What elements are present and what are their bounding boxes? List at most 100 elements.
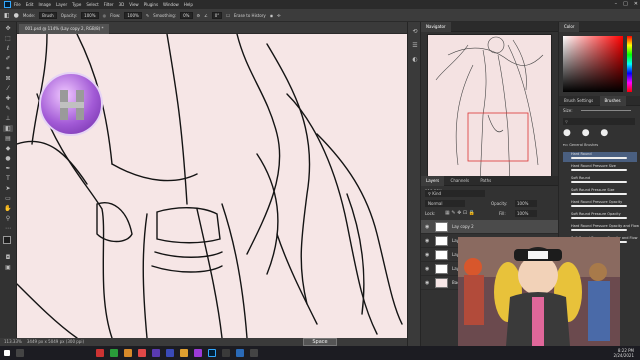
path-select-icon[interactable]: ➤ — [3, 185, 13, 192]
app-icon[interactable] — [180, 349, 188, 357]
eyedropper-icon[interactable]: ⁄ — [3, 85, 13, 92]
smoothing-settings-icon[interactable]: ⚙ — [197, 13, 201, 18]
menu-filter[interactable]: Filter — [104, 2, 114, 7]
quick-select-icon[interactable]: ✐ — [3, 55, 13, 62]
symmetry-icon[interactable]: ✣ — [277, 13, 280, 18]
hue-slider[interactable] — [627, 36, 632, 92]
screen-mode-icon[interactable]: ▣ — [3, 264, 13, 271]
navigator-thumbnail[interactable] — [427, 34, 552, 186]
fill-field[interactable]: 100% — [515, 210, 537, 217]
erase-history-checkbox[interactable]: ☐ — [226, 13, 230, 18]
brush-group-label[interactable]: ▾▭ General Brushes — [563, 143, 598, 147]
pressure-size-icon[interactable]: ◉ — [270, 13, 274, 18]
brush-preset-icon[interactable]: ● — [14, 12, 19, 19]
mode-select[interactable]: Brush — [39, 11, 57, 19]
menu-3d[interactable]: 3D — [119, 2, 125, 7]
tab-layers[interactable]: Layers — [421, 176, 445, 186]
menu-select[interactable]: Select — [86, 2, 98, 7]
brush-preset[interactable]: Soft Round — [563, 176, 637, 186]
lasso-icon[interactable]: ℓ — [3, 45, 13, 52]
tab-channels[interactable]: Channels — [446, 176, 475, 186]
airbrush-icon[interactable]: ✎ — [146, 13, 149, 18]
foreground-color-swatch[interactable] — [3, 236, 11, 244]
healing-icon[interactable]: ✚ — [3, 95, 13, 102]
close-icon[interactable]: ✕ — [634, 1, 638, 7]
app-icon[interactable] — [222, 349, 230, 357]
history-panel-icon[interactable]: ⟲ — [410, 28, 420, 35]
menu-help[interactable]: Help — [184, 2, 193, 7]
visibility-eye-icon[interactable]: ◉ — [425, 252, 431, 258]
properties-panel-icon[interactable]: ☰ — [410, 42, 420, 49]
brush-search-input[interactable]: ⚲ — [563, 118, 635, 125]
dodge-icon[interactable]: ● — [3, 155, 13, 162]
brush-preset[interactable]: Soft Round Pressure Opacity — [563, 212, 637, 222]
angle-field[interactable]: 0° — [211, 11, 223, 19]
crop-icon[interactable]: ⌗ — [3, 65, 13, 72]
shape-icon[interactable]: ▭ — [3, 195, 13, 202]
lock-icons[interactable]: ▦ ✎ ✥ ⊡ 🔒 — [445, 210, 475, 217]
app-icon[interactable] — [110, 349, 118, 357]
folder-icon[interactable] — [124, 349, 132, 357]
eraser-icon[interactable]: ◧ — [3, 125, 13, 132]
tab-navigator[interactable]: Navigator — [421, 22, 451, 32]
eraser-tool-preset-icon[interactable]: ◧ — [4, 12, 10, 19]
minimize-icon[interactable]: – — [615, 1, 618, 7]
menu-file[interactable]: File — [14, 2, 21, 7]
start-icon[interactable] — [4, 350, 10, 356]
pen-icon[interactable]: ✒ — [3, 165, 13, 172]
hand-icon[interactable]: ✋ — [3, 205, 13, 212]
app-icon[interactable] — [152, 349, 160, 357]
app-icon[interactable] — [236, 349, 244, 357]
menu-window[interactable]: Window — [163, 2, 179, 7]
blur-icon[interactable]: ◆ — [3, 145, 13, 152]
color-field[interactable] — [563, 36, 623, 92]
type-icon[interactable]: T — [3, 175, 13, 182]
app-icon[interactable] — [194, 349, 202, 357]
gradient-icon[interactable]: ▤ — [3, 135, 13, 142]
menu-edit[interactable]: Edit — [26, 2, 34, 7]
pressure-opacity-icon[interactable]: ◎ — [103, 13, 107, 18]
menu-plugins[interactable]: Plugins — [144, 2, 158, 7]
app-icon[interactable] — [138, 349, 146, 357]
maximize-icon[interactable]: □ — [623, 1, 628, 7]
document-tab[interactable]: 001.psd @ 114% (Lay copy 2, RGB/8) * — [19, 24, 110, 34]
menu-image[interactable]: Image — [38, 2, 51, 7]
move-icon[interactable]: ✥ — [3, 25, 13, 32]
tab-paths[interactable]: Paths — [475, 176, 496, 186]
system-clock[interactable]: 8:22 PM 2/24/2021 — [613, 348, 634, 358]
photoshop-taskbar-icon[interactable] — [208, 349, 216, 357]
app-icon[interactable] — [250, 349, 258, 357]
brush-size-slider[interactable] — [581, 110, 631, 111]
stamp-icon[interactable]: ⊥ — [3, 115, 13, 122]
smoothing-field[interactable]: 0% — [180, 11, 193, 19]
brush-preset[interactable]: Hard Round — [563, 152, 637, 162]
more-tools-icon[interactable]: ⋯ — [3, 225, 13, 232]
brush-icon[interactable]: ✎ — [3, 105, 13, 112]
brush-preset[interactable]: Hard Round Pressure Size — [563, 164, 637, 174]
visibility-eye-icon[interactable]: ◉ — [425, 224, 431, 230]
brush-preset[interactable]: Soft Round Pressure Size — [563, 188, 637, 198]
menu-view[interactable]: View — [129, 2, 139, 7]
tab-brushes[interactable]: Brushes — [599, 96, 626, 106]
search-icon[interactable] — [16, 349, 24, 357]
photoshop-icon[interactable] — [4, 1, 11, 8]
brush-preset[interactable]: Hard Round Pressure Opacity and Flow — [563, 224, 639, 234]
layer-row[interactable]: ◉ Lay copy 2 — [421, 220, 558, 234]
brush-preset[interactable]: Hard Round Pressure Opacity — [563, 200, 637, 210]
blend-mode-select[interactable]: Normal — [425, 200, 465, 207]
visibility-eye-icon[interactable]: ◉ — [425, 266, 431, 272]
zoom-icon[interactable]: ⚲ — [3, 215, 13, 222]
app-icon[interactable] — [166, 349, 174, 357]
adjustments-panel-icon[interactable]: ◐ — [410, 56, 420, 63]
menu-type[interactable]: Type — [72, 2, 81, 7]
zoom-level[interactable]: 113.33% — [4, 339, 22, 344]
marquee-icon[interactable]: ⬚ — [3, 35, 13, 42]
tab-brush-settings[interactable]: Brush Settings — [559, 96, 598, 106]
layer-filter-select[interactable]: ⚲ Kind — [425, 190, 485, 197]
menu-layer[interactable]: Layer — [56, 2, 67, 7]
flow-field[interactable]: 100% — [124, 11, 142, 19]
tab-color[interactable]: Color — [559, 22, 580, 32]
layer-opacity-field[interactable]: 100% — [515, 200, 537, 207]
frame-icon[interactable]: ⊠ — [3, 75, 13, 82]
visibility-eye-icon[interactable]: ◉ — [425, 238, 431, 244]
